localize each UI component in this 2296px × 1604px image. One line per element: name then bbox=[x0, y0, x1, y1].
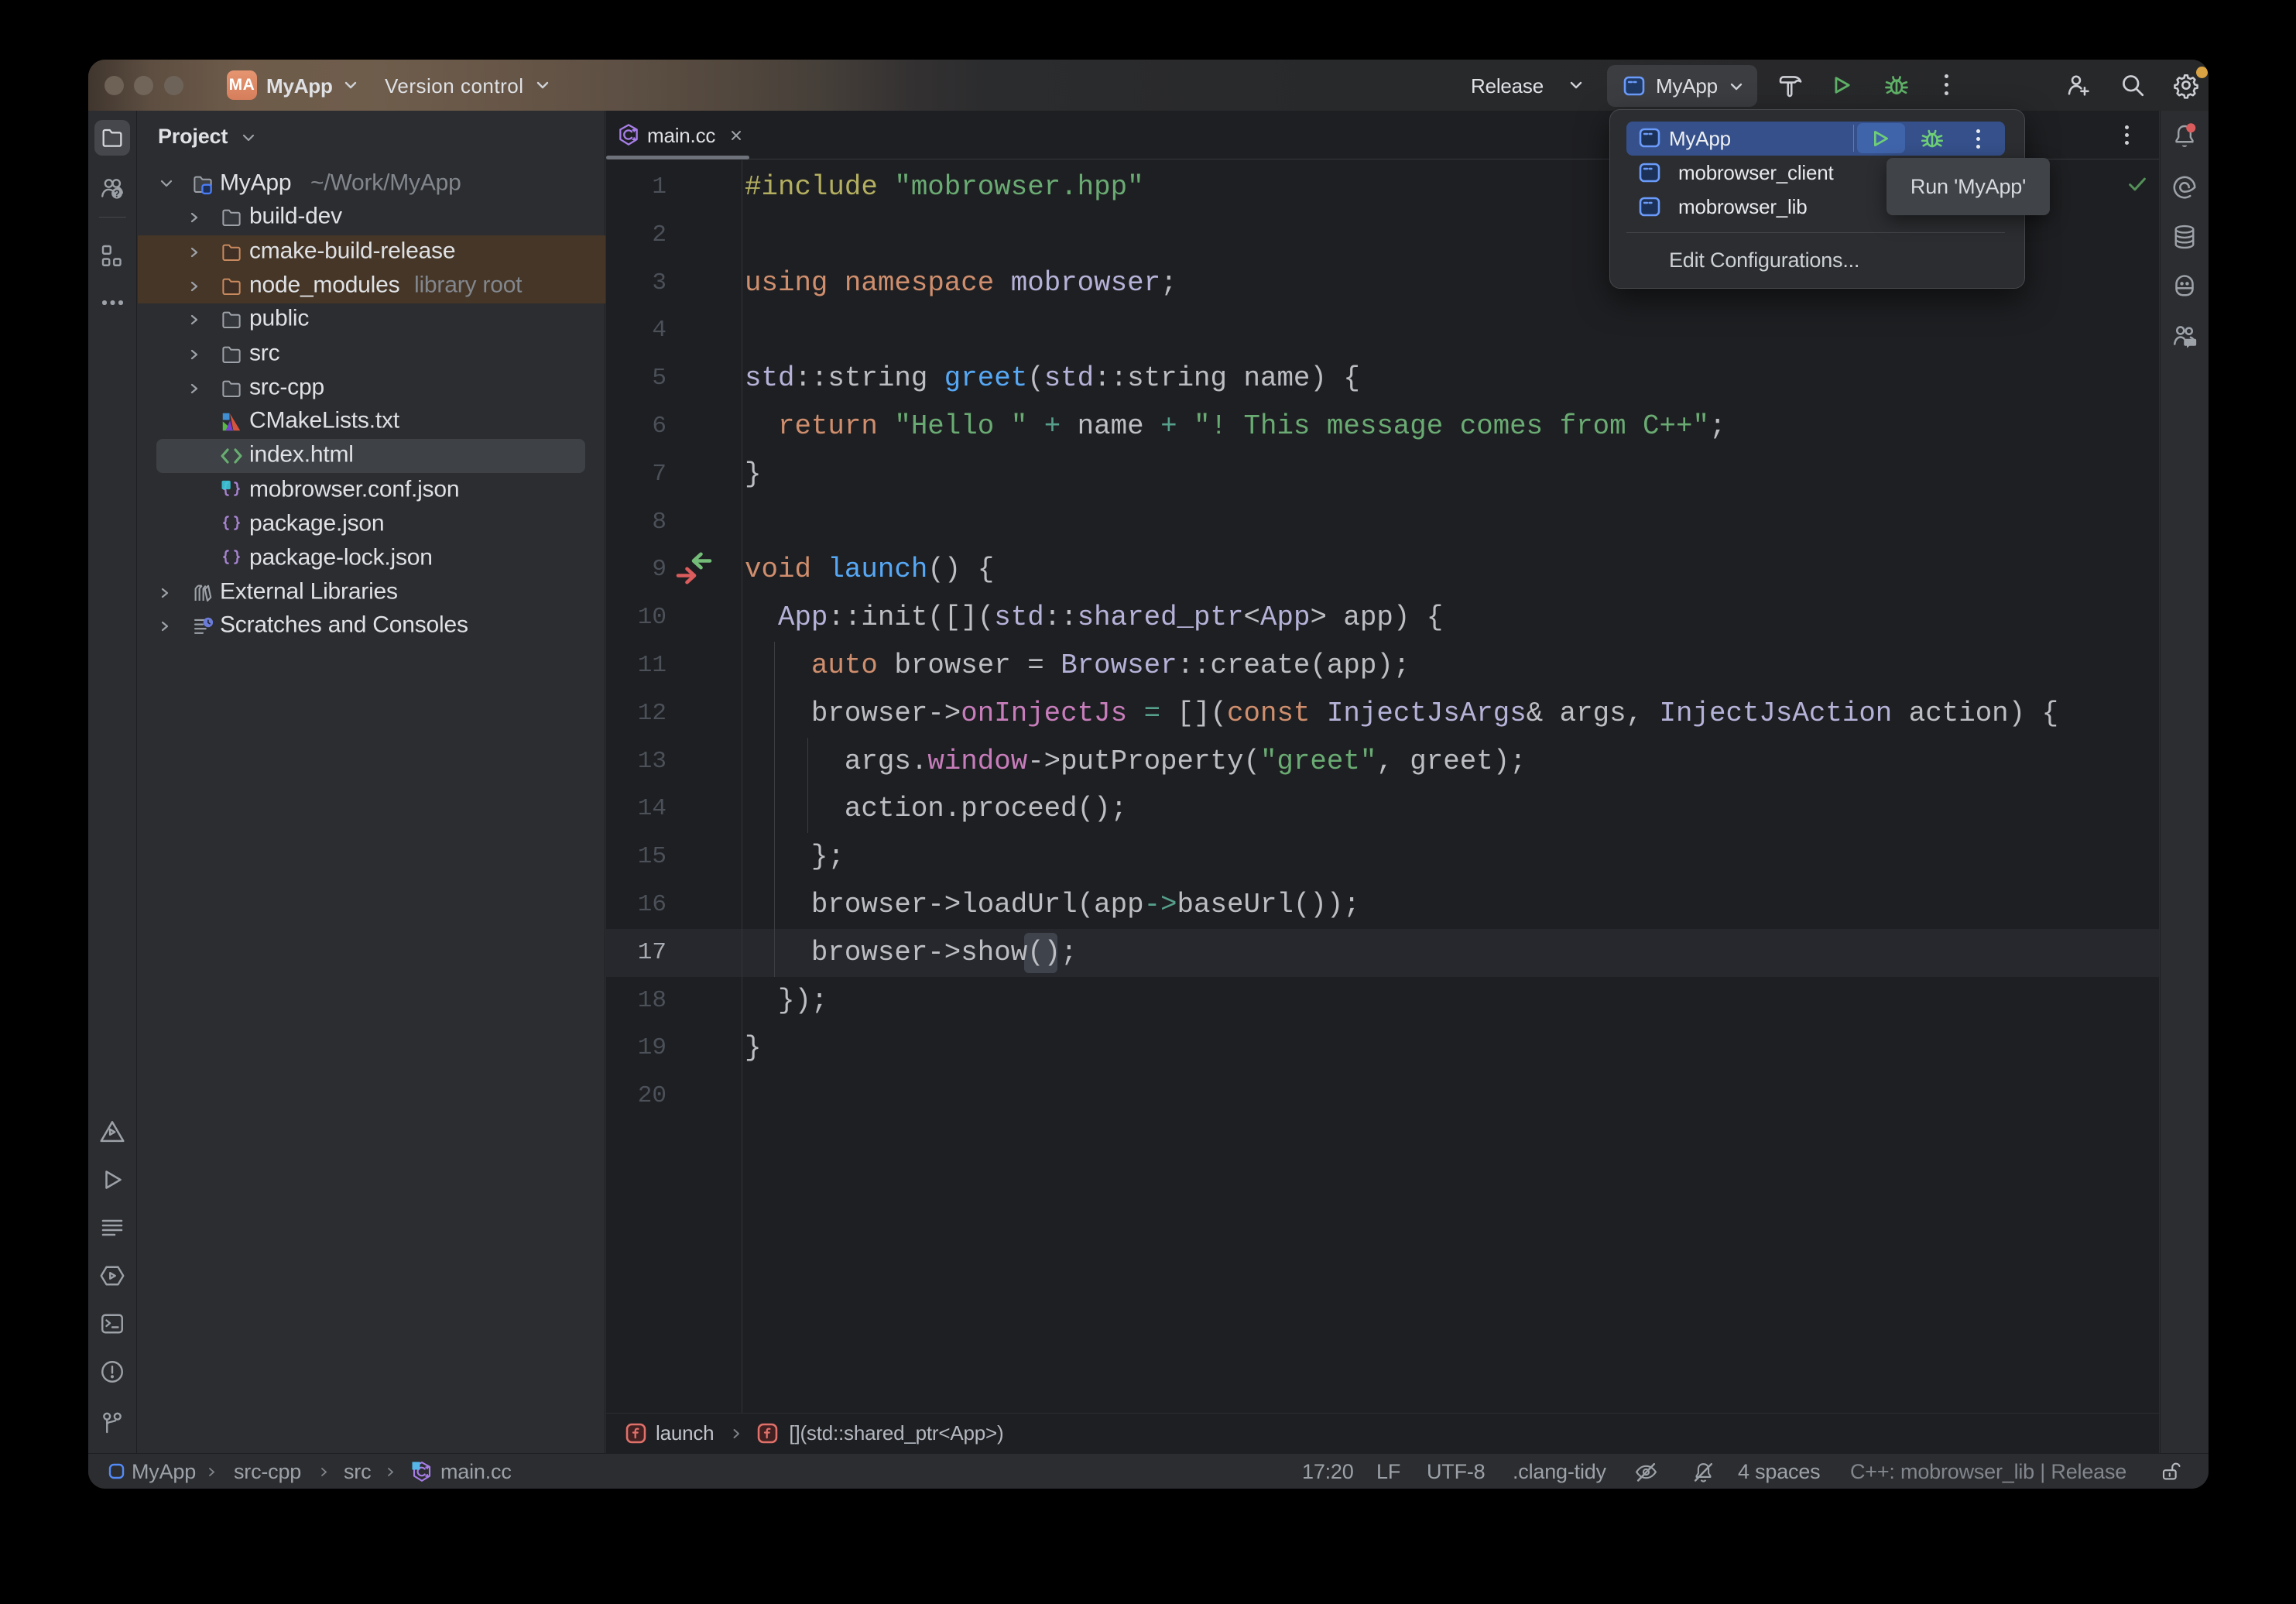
svg-text:?: ? bbox=[114, 187, 120, 199]
